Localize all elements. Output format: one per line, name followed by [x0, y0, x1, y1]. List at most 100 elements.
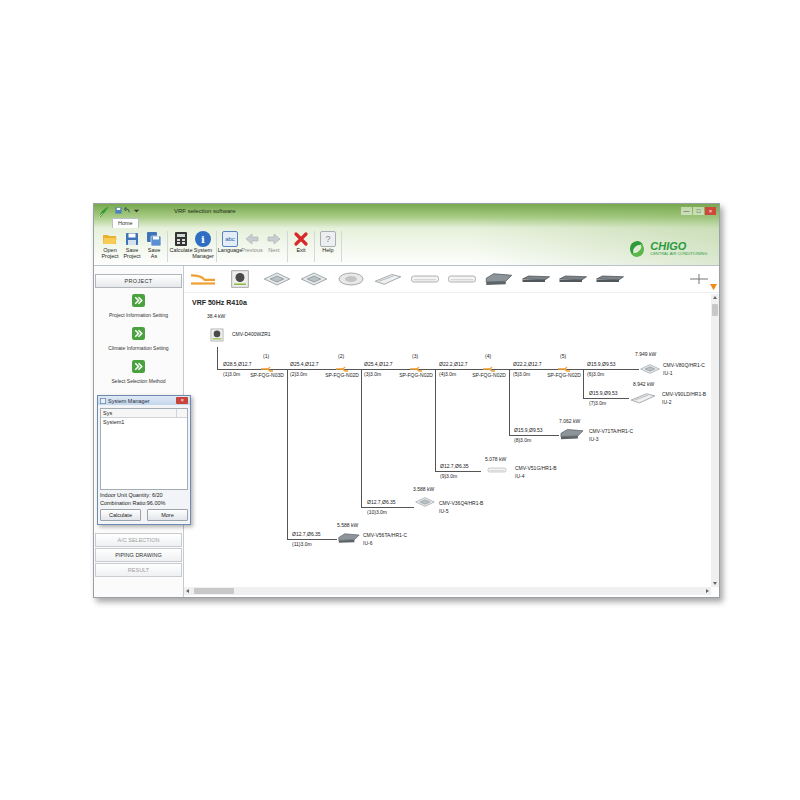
indoor-model: CMV-V36Q4/HR1-B: [439, 500, 483, 506]
toolbar-group: abcLanguagePreviousNext: [217, 231, 288, 262]
chigo-swirl-icon: [627, 239, 647, 259]
branch-pipe: [287, 539, 337, 540]
page: VRF selection software—□×HomeOpen Projec…: [0, 0, 800, 800]
branch-pipe: [583, 398, 629, 399]
joint-number: (1): [263, 353, 269, 359]
ceiling-unit-icon[interactable]: [629, 388, 657, 408]
branch-joint-icon[interactable]: [410, 366, 422, 372]
popup-close-button[interactable]: ×: [176, 397, 188, 404]
save-icon[interactable]: [115, 207, 122, 214]
double-chevron-icon: [132, 327, 145, 340]
window-icon: [100, 398, 106, 404]
scroll-left-icon[interactable]: [184, 587, 192, 595]
scroll-right-icon[interactable]: [703, 587, 711, 595]
toolbar-button-label: Calculate: [170, 248, 193, 254]
slim-unit-icon[interactable]: [521, 269, 551, 289]
popup-button[interactable]: More: [147, 509, 188, 521]
branch-joint-icon[interactable]: [261, 366, 273, 372]
undo-icon[interactable]: [124, 207, 131, 214]
wall-unit-icon[interactable]: [481, 464, 513, 476]
toolbar-group: CalculateiSystem Manager: [168, 231, 217, 262]
horizontal-scrollbar[interactable]: [184, 587, 711, 595]
scroll-down-icon[interactable]: [711, 579, 719, 587]
toolbar-group: Exit: [288, 231, 315, 262]
vertical-scrollbar[interactable]: [711, 294, 719, 587]
sidebar-section[interactable]: PIPING DRAWING: [95, 548, 182, 562]
calculator-icon: [173, 231, 189, 247]
ceiling-unit-icon[interactable]: [373, 269, 403, 289]
duct-unit-icon[interactable]: [484, 269, 514, 289]
indoor-model: CMV-V51G/HR1-B: [515, 465, 557, 471]
popup-title-bar[interactable]: System Manager ×: [98, 396, 190, 405]
cassette-unit-icon[interactable]: [414, 493, 436, 511]
ribbon-tab[interactable]: Home: [112, 218, 139, 228]
toolbar-button[interactable]: Next: [264, 231, 284, 262]
slim-unit-icon[interactable]: [595, 269, 625, 289]
outdoor-unit-icon[interactable]: [206, 323, 228, 347]
popup-title: System Manager: [108, 398, 150, 404]
toolbar-button[interactable]: iSystem Manager: [193, 231, 213, 262]
sidebar-step[interactable]: Select Selection Method: [94, 354, 183, 387]
toolbar-button[interactable]: Calculate: [171, 231, 191, 262]
system-row[interactable]: System1: [101, 418, 187, 426]
pipe-size: Ø12.7,Ø6.35: [440, 463, 469, 469]
branch-pipe: [583, 369, 584, 398]
system-list: SysSystem1: [100, 408, 188, 490]
left-arrow-icon: [244, 231, 260, 247]
pipe-length: (4)3.0m: [439, 371, 456, 377]
cassette-unit-icon[interactable]: [262, 269, 292, 289]
wall-unit-icon[interactable]: [447, 269, 477, 289]
window-control-button[interactable]: —: [681, 207, 692, 215]
sidebar-step[interactable]: Project Information Setting: [94, 288, 183, 321]
toolbar-button-label: System Manager: [192, 248, 214, 260]
branch-joint-icon[interactable]: [336, 366, 348, 372]
brand-logo: CHIGOCENTRAL AIR CONDITIONING: [627, 231, 715, 259]
window-title: VRF selection software: [174, 208, 236, 214]
duct-unit-icon[interactable]: [337, 529, 361, 547]
floppy-icon: [124, 231, 140, 247]
slim-unit-icon[interactable]: [558, 269, 588, 289]
round-unit-icon[interactable]: [336, 269, 366, 289]
ruler-icon[interactable]: [689, 273, 709, 285]
dropdown-icon[interactable]: [133, 207, 140, 214]
toolbar-group: ?Help: [315, 231, 342, 262]
cassette-unit-icon[interactable]: [299, 269, 329, 289]
scroll-thumb[interactable]: [712, 304, 718, 316]
joint-unit-icon[interactable]: [188, 269, 218, 289]
help-icon: ?: [320, 231, 336, 247]
toolbar-button[interactable]: Exit: [291, 231, 311, 262]
branch-joint-icon[interactable]: [483, 366, 495, 372]
indoor-model: CMV-V71TA/HR1-C: [589, 428, 633, 434]
sidebar-header[interactable]: PROJECT: [95, 274, 182, 288]
app-window: VRF selection software—□×HomeOpen Projec…: [93, 203, 720, 598]
popup-button[interactable]: Calculate: [100, 509, 141, 521]
branch-joint-icon[interactable]: [558, 366, 570, 372]
exit-x-icon: [293, 231, 309, 247]
toolbar-button[interactable]: Save Project: [122, 231, 142, 262]
window-control-button[interactable]: ×: [705, 207, 716, 215]
pipe-size: Ø15.9,Ø9.53: [514, 427, 543, 433]
toolbar-button[interactable]: Save As: [144, 231, 164, 262]
indoor-capacity: 3.588 kW: [413, 486, 434, 492]
wall-unit-icon[interactable]: [410, 269, 440, 289]
title-bar: VRF selection software —□×: [94, 204, 719, 217]
column-header[interactable]: Sys: [101, 409, 177, 417]
outdoor-unit-icon[interactable]: [225, 269, 255, 289]
cassette-unit-icon[interactable]: [639, 359, 661, 379]
window-control-button[interactable]: □: [693, 207, 704, 215]
duct-unit-icon[interactable]: [559, 425, 585, 443]
collapse-triangle-icon[interactable]: [710, 284, 717, 291]
toolbar-button[interactable]: Open Project: [100, 231, 120, 262]
pipe-size: Ø25.4,Ø12.7: [364, 361, 393, 367]
pipe-size: Ø12.7,Ø6.35: [292, 531, 321, 537]
toolbar-button[interactable]: Previous: [242, 231, 262, 262]
toolbar-button[interactable]: abcLanguage: [220, 231, 240, 262]
pipe-size: Ø15.9,Ø9.53: [587, 361, 616, 367]
sidebar-step[interactable]: Climate Information Setting: [94, 321, 183, 354]
scroll-up-icon[interactable]: [711, 294, 719, 302]
toolbar-button[interactable]: ?Help: [318, 231, 338, 262]
scroll-thumb[interactable]: [194, 588, 234, 594]
indoor-model: CMV-V90LD/HR1-B: [662, 391, 706, 397]
sidebar-section[interactable]: RESULT: [95, 563, 182, 577]
sidebar-section[interactable]: A/C SELECTION: [95, 533, 182, 547]
